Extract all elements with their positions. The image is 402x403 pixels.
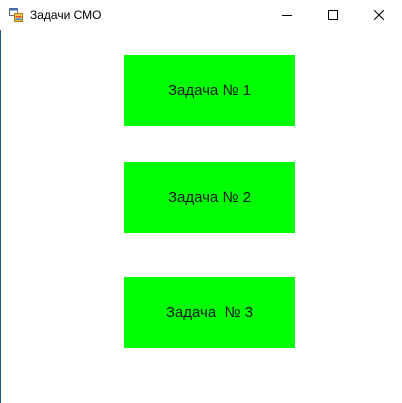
maximize-button[interactable] xyxy=(310,0,356,30)
task-3-button[interactable]: Задача № 3 xyxy=(124,277,295,348)
title-bar[interactable]: Задачи СМО xyxy=(0,0,402,30)
minimize-icon xyxy=(282,15,292,16)
task-2-button[interactable]: Задача № 2 xyxy=(124,162,295,233)
maximize-icon xyxy=(328,10,338,20)
close-button[interactable] xyxy=(356,0,402,30)
minimize-button[interactable] xyxy=(264,0,310,30)
close-icon xyxy=(374,10,384,20)
window-title: Задачи СМО xyxy=(30,8,102,22)
task-1-button[interactable]: Задача № 1 xyxy=(124,55,295,126)
main-window: Задачи СМО Задача № 1 Задача № 2 Задача … xyxy=(0,0,402,403)
window-left-edge xyxy=(0,0,1,403)
windows-form-icon xyxy=(9,8,23,22)
